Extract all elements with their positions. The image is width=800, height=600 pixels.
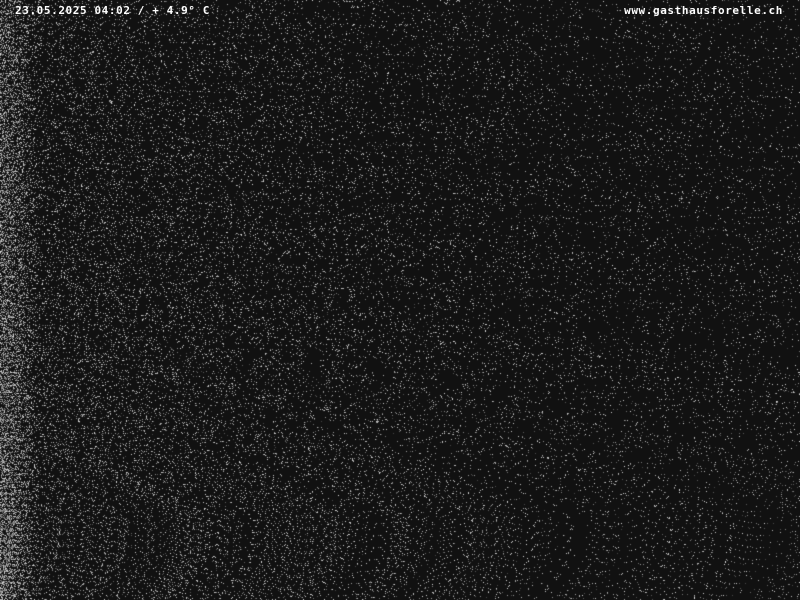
night-sensor-noise (0, 0, 800, 600)
timestamp-temperature-label: 23.05.2025 04:02 / + 4.9° C (15, 4, 211, 17)
website-watermark: www.gasthausforelle.ch (624, 4, 783, 17)
webcam-image: 23.05.2025 04:02 / + 4.9° C www.gasthaus… (0, 0, 800, 600)
